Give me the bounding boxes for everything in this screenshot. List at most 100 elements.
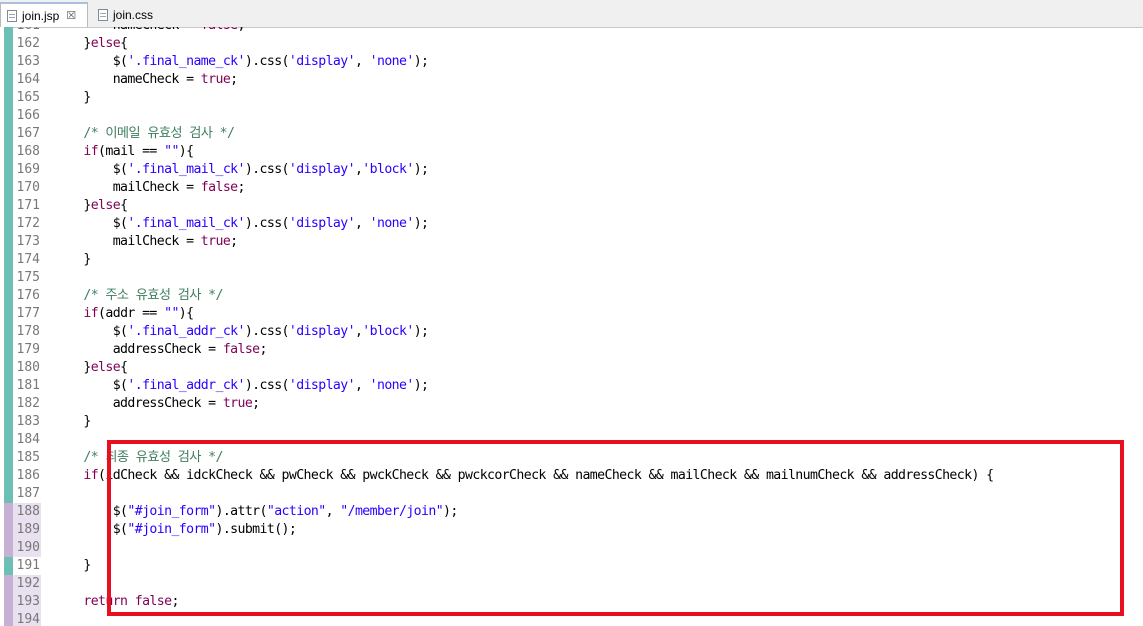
line-number: 169 <box>16 162 40 177</box>
code-token: ); <box>413 54 429 69</box>
code-token: $( <box>54 54 128 69</box>
code-token: "/member/join" <box>340 504 444 519</box>
code-token: ; <box>230 234 238 249</box>
change-marker <box>4 71 13 89</box>
code-line[interactable]: 190 <box>0 539 1143 557</box>
line-number: 171 <box>16 198 40 213</box>
code-text: nameCheck = false; <box>54 27 246 35</box>
code-line[interactable]: 168 if(mail == ""){ <box>0 143 1143 161</box>
code-token: } <box>54 36 91 51</box>
code-line[interactable]: 167 /* 이메일 유효성 검사 */ <box>0 125 1143 143</box>
code-token: ; <box>252 396 260 411</box>
code-text: $("#join_form").submit(); <box>54 521 297 539</box>
code-token: ).css( <box>244 216 290 231</box>
code-line[interactable]: 173 mailCheck = true; <box>0 233 1143 251</box>
code-line[interactable]: 163 $('.final_name_ck').css('display', '… <box>0 53 1143 71</box>
code-token: ; <box>259 342 268 357</box>
line-number: 166 <box>16 108 40 123</box>
code-token: 'none' <box>369 216 415 231</box>
code-line[interactable]: 175 <box>0 269 1143 287</box>
code-line[interactable]: 179 addressCheck = false; <box>0 341 1143 359</box>
code-token: ); <box>413 324 429 339</box>
code-line[interactable]: 170 mailCheck = false; <box>0 179 1143 197</box>
code-token: ).css( <box>244 324 290 339</box>
change-marker <box>4 53 13 71</box>
code-line[interactable]: 192 <box>0 575 1143 593</box>
line-number: 180 <box>16 360 40 375</box>
code-editor[interactable]: 161 nameCheck = false;162 }else{163 $('.… <box>0 27 1143 626</box>
line-number: 176 <box>16 288 40 303</box>
code-token: $( <box>54 522 128 537</box>
line-number: 182 <box>16 396 40 411</box>
code-line[interactable]: 161 nameCheck = false; <box>0 27 1143 35</box>
code-token: /* 주소 유효성 검사 */ <box>54 288 223 303</box>
code-line[interactable]: 172 $('.final_mail_ck').css('display', '… <box>0 215 1143 233</box>
change-marker <box>4 377 13 395</box>
code-line[interactable]: 180 }else{ <box>0 359 1143 377</box>
change-marker <box>4 485 13 503</box>
code-token: "" <box>164 144 179 159</box>
code-line[interactable]: 187 <box>0 485 1143 503</box>
code-line[interactable]: 183 } <box>0 413 1143 431</box>
code-line[interactable]: 171 }else{ <box>0 197 1143 215</box>
code-line[interactable]: 162 }else{ <box>0 35 1143 53</box>
code-token: } <box>54 198 91 213</box>
line-number: 193 <box>13 593 41 611</box>
line-number: 174 <box>16 252 40 267</box>
code-token: "#join_form" <box>127 522 216 537</box>
code-line[interactable]: 182 addressCheck = true; <box>0 395 1143 413</box>
change-marker <box>4 395 13 413</box>
tab-label: join.css <box>113 7 154 22</box>
code-line[interactable]: 189 $("#join_form").submit(); <box>0 521 1143 539</box>
code-line[interactable]: 184 <box>0 431 1143 449</box>
tab-join-css[interactable]: join.css <box>92 2 162 27</box>
code-line[interactable]: 178 $('.final_addr_ck').css('display','b… <box>0 323 1143 341</box>
close-icon[interactable]: ☒ <box>66 9 76 22</box>
code-line[interactable]: 185 /* 최종 유효성 검사 */ <box>0 449 1143 467</box>
code-token: /* 최종 유효성 검사 */ <box>54 450 223 465</box>
code-token: nameCheck = <box>54 27 201 33</box>
code-token: { <box>120 198 128 213</box>
change-marker <box>4 467 13 485</box>
change-marker <box>4 611 13 626</box>
code-token: } <box>54 558 91 573</box>
file-icon <box>7 9 17 22</box>
line-number: 167 <box>16 126 40 141</box>
code-token: } <box>54 90 91 105</box>
code-token: ; <box>171 594 179 609</box>
code-line[interactable]: 169 $('.final_mail_ck').css('display','b… <box>0 161 1143 179</box>
code-token: 'display' <box>288 378 356 393</box>
code-token: '.final_mail_ck' <box>127 216 245 231</box>
change-marker <box>4 215 13 233</box>
code-token: true <box>200 72 231 87</box>
change-marker <box>4 305 13 323</box>
code-line[interactable]: 174 } <box>0 251 1143 269</box>
change-marker <box>4 359 13 377</box>
line-number: 173 <box>16 234 40 249</box>
code-line[interactable]: 188 $("#join_form").attr("action", "/mem… <box>0 503 1143 521</box>
code-token: $( <box>54 216 128 231</box>
code-line[interactable]: 186 if(idCheck && idckCheck && pwCheck &… <box>0 467 1143 485</box>
code-line[interactable]: 176 /* 주소 유효성 검사 */ <box>0 287 1143 305</box>
code-token: false <box>222 342 260 357</box>
code-line[interactable]: 164 nameCheck = true; <box>0 71 1143 89</box>
code-line[interactable]: 177 if(addr == ""){ <box>0 305 1143 323</box>
code-line[interactable]: 165 } <box>0 89 1143 107</box>
code-line[interactable]: 193 return false; <box>0 593 1143 611</box>
code-text: } <box>54 251 91 269</box>
tab-join-jsp[interactable]: join.jsp ☒ <box>0 2 88 27</box>
code-line[interactable]: 181 $('.final_addr_ck').css('display', '… <box>0 377 1143 395</box>
code-token: "action" <box>266 504 326 519</box>
change-marker <box>4 431 13 449</box>
code-line[interactable]: 191 } <box>0 557 1143 575</box>
line-number: 183 <box>16 414 40 429</box>
code-line[interactable]: 194 <box>0 611 1143 626</box>
code-token: , <box>354 54 370 69</box>
code-token: if <box>54 468 99 483</box>
code-text: addressCheck = true; <box>54 395 260 413</box>
code-token: ); <box>443 504 458 519</box>
code-token: (addr == <box>98 306 165 321</box>
code-line[interactable]: 166 <box>0 107 1143 125</box>
line-number: 188 <box>13 503 41 521</box>
code-text: if(addr == ""){ <box>54 305 194 323</box>
